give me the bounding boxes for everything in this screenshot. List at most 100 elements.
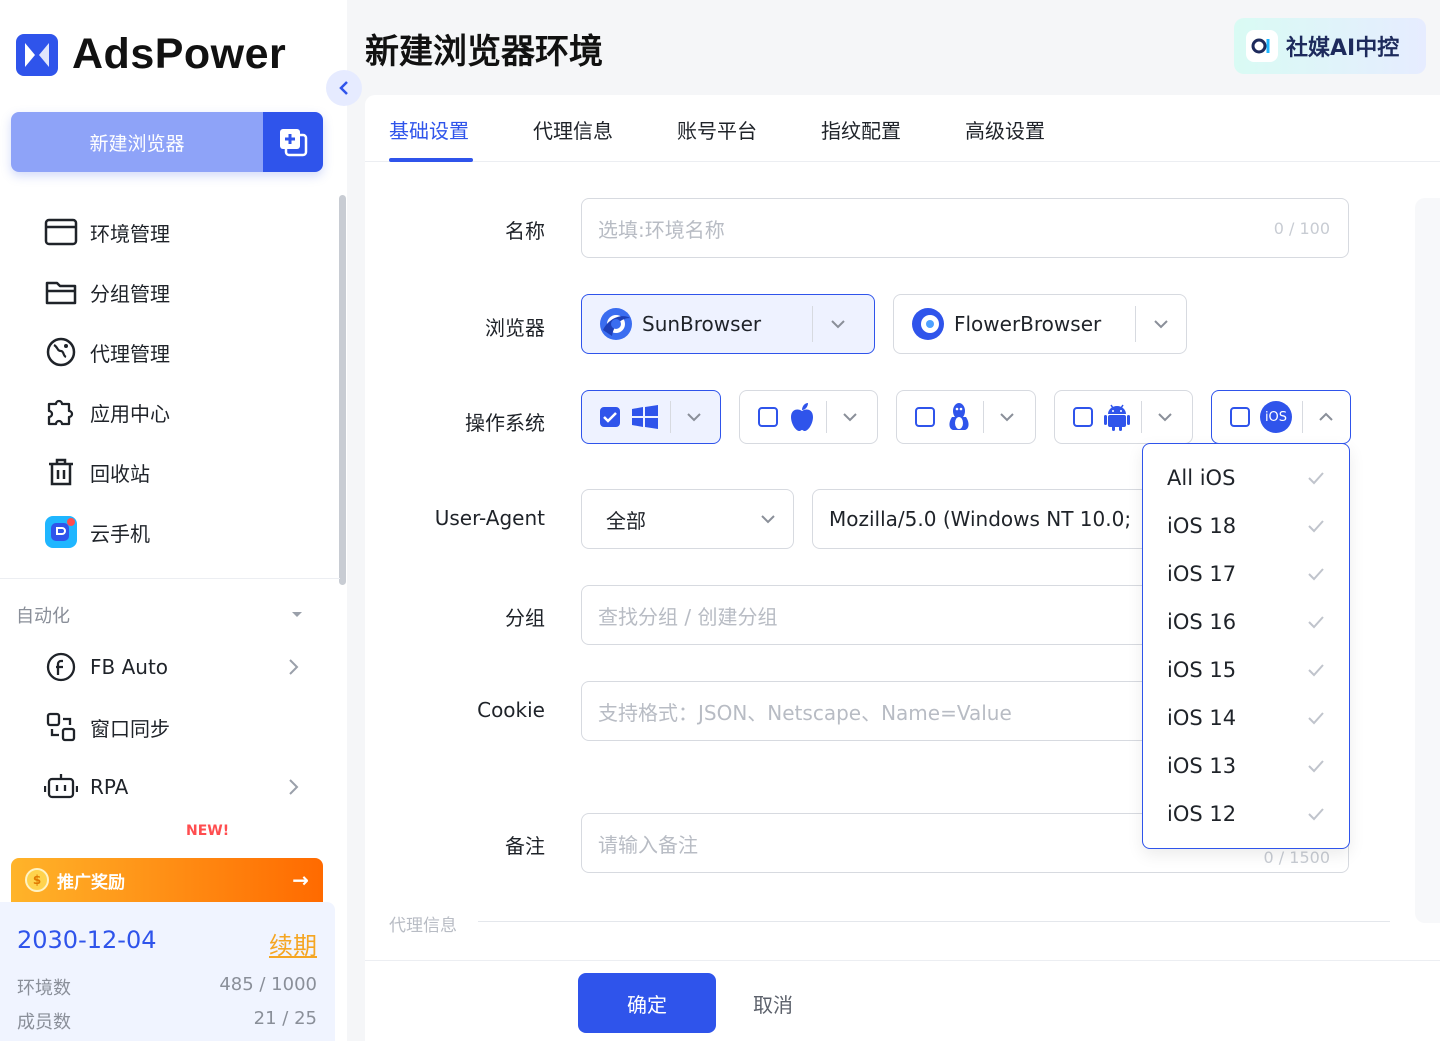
check-icon — [1308, 760, 1324, 773]
name-placeholder: 选填:环境名称 — [598, 217, 725, 242]
member-count-label: 成员数 — [17, 1012, 71, 1033]
collapse-sidebar-button[interactable] — [326, 70, 362, 106]
tab-platform[interactable]: 账号平台 — [677, 115, 757, 144]
cloud-phone-icon — [43, 514, 79, 550]
env-count-label: 环境数 — [17, 978, 71, 999]
user-agent-label: User-Agent — [434, 506, 545, 530]
proxy-section-label: 代理信息 — [389, 916, 457, 936]
cookie-placeholder: 支持格式：JSON、Netscape、Name=Value — [598, 700, 1012, 725]
check-icon — [1308, 808, 1324, 821]
member-count-value: 21 / 25 — [253, 1008, 317, 1029]
user-agent-value: Mozilla/5.0 (Windows NT 10.0; — [829, 507, 1132, 531]
automation-section-title[interactable]: 自动化 — [16, 602, 70, 628]
account-panel: 2030-12-04 续期 环境数 485 / 1000 成员数 21 / 25 — [0, 902, 335, 1041]
os-option-ios[interactable]: iOS — [1211, 390, 1351, 444]
chevron-up-icon — [1303, 412, 1349, 422]
browser-label: 浏览器 — [485, 316, 545, 340]
sidebar-item-env[interactable]: 环境管理 — [0, 202, 340, 262]
ios-option-label: iOS 14 — [1167, 706, 1237, 730]
ai-badge-label: 社媒AI中控 — [1286, 36, 1400, 61]
chevron-down-icon — [743, 514, 793, 524]
cookie-label: Cookie — [477, 698, 545, 722]
name-input[interactable]: 选填:环境名称 0 / 100 — [581, 198, 1349, 258]
summary-panel-edge — [1415, 198, 1440, 923]
name-char-count: 0 / 100 — [1273, 218, 1330, 238]
brand-logo[interactable]: AdsPower — [16, 30, 286, 79]
caret-down-icon[interactable] — [290, 610, 304, 620]
sidebar-item-trash[interactable]: 回收站 — [0, 442, 340, 502]
checkbox-unchecked[interactable] — [758, 407, 778, 427]
confirm-button[interactable]: 确定 — [578, 973, 716, 1033]
ios-option[interactable]: iOS 13 — [1143, 742, 1349, 790]
sidebar-item-fb-auto[interactable]: FB Auto — [0, 637, 340, 697]
expire-date: 2030-12-04 — [17, 926, 157, 954]
os-label: 操作系统 — [465, 411, 545, 435]
checkbox-checked[interactable] — [600, 407, 620, 427]
batch-create-button[interactable] — [263, 112, 323, 172]
ios-option[interactable]: iOS 17 — [1143, 550, 1349, 598]
ios-version-dropdown: All iOS iOS 18 iOS 17 iOS 16 iOS 15 iOS … — [1142, 443, 1350, 849]
sync-icon — [43, 709, 79, 745]
window-icon — [43, 214, 79, 250]
sunbrowser-icon — [598, 306, 634, 342]
sidebar-item-apps[interactable]: 应用中心 — [0, 382, 340, 442]
checkbox-unchecked[interactable] — [1230, 407, 1250, 427]
sidebar-item-window-sync[interactable]: 窗口同步 — [0, 697, 340, 757]
ios-option[interactable]: iOS 12 — [1143, 790, 1349, 838]
browser-option-sunbrowser[interactable]: SunBrowser — [581, 294, 875, 354]
renew-link[interactable]: 续期 — [269, 926, 317, 961]
form-footer — [365, 960, 1440, 1041]
browser-option-flowerbrowser[interactable]: FlowerBrowser — [893, 294, 1187, 354]
browser-name: FlowerBrowser — [954, 312, 1102, 336]
trash-icon — [43, 454, 79, 490]
tab-fingerprint[interactable]: 指纹配置 — [821, 115, 901, 144]
ai-logo-icon — [1246, 30, 1278, 62]
group-placeholder: 查找分组 / 创建分组 — [598, 604, 778, 629]
globe-icon — [43, 334, 79, 370]
linux-icon — [945, 401, 973, 433]
ios-option[interactable]: All iOS — [1143, 454, 1349, 502]
name-label: 名称 — [505, 219, 545, 243]
puzzle-icon — [43, 394, 79, 430]
chevron-down-icon — [671, 412, 717, 422]
checkbox-unchecked[interactable] — [915, 407, 935, 427]
apple-icon — [788, 402, 816, 432]
sidebar-item-label: 代理管理 — [90, 341, 170, 366]
os-option-macos[interactable] — [739, 390, 878, 444]
adspower-logo-icon — [16, 33, 58, 76]
ios-option-label: iOS 16 — [1167, 610, 1237, 634]
new-tag: NEW! — [186, 823, 230, 835]
os-option-android[interactable] — [1054, 390, 1193, 444]
ai-control-badge[interactable]: 社媒AI中控 — [1234, 18, 1426, 74]
tab-advanced[interactable]: 高级设置 — [965, 115, 1045, 144]
chevron-down-icon — [1136, 319, 1186, 329]
os-option-linux[interactable] — [896, 390, 1036, 444]
chevron-right-icon — [289, 659, 299, 675]
ios-option[interactable]: iOS 16 — [1143, 598, 1349, 646]
chevron-left-icon — [339, 81, 348, 95]
checkbox-unchecked[interactable] — [1073, 407, 1093, 427]
new-browser-button[interactable]: 新建浏览器 — [11, 112, 263, 172]
os-option-windows[interactable] — [581, 390, 721, 444]
proxy-section-divider — [478, 921, 1390, 922]
ios-option[interactable]: iOS 14 — [1143, 694, 1349, 742]
sidebar-item-proxy[interactable]: 代理管理 — [0, 322, 340, 382]
ios-option[interactable]: iOS 18 — [1143, 502, 1349, 550]
arrow-right-icon: → — [292, 868, 309, 892]
sidebar-item-group[interactable]: 分组管理 — [0, 262, 340, 322]
tab-basic[interactable]: 基础设置 — [389, 115, 469, 144]
promo-banner[interactable]: $ 推广奖励 → — [11, 858, 323, 902]
tab-proxy[interactable]: 代理信息 — [533, 115, 613, 144]
sidebar-item-label: 云手机 — [90, 521, 150, 546]
sidebar-item-rpa[interactable]: RPA — [0, 757, 340, 817]
check-icon — [1308, 616, 1324, 629]
cancel-button[interactable]: 取消 — [740, 973, 806, 1033]
ios-option-label: iOS 18 — [1167, 514, 1237, 538]
ios-icon: iOS — [1260, 401, 1292, 433]
user-agent-mode-value: 全部 — [606, 508, 646, 533]
check-icon — [1308, 520, 1324, 533]
sidebar-item-cloud-phone[interactable]: 云手机 — [0, 502, 340, 562]
user-agent-mode-select[interactable]: 全部 — [581, 489, 794, 549]
ios-option[interactable]: iOS 15 — [1143, 646, 1349, 694]
ios-option-label: All iOS — [1167, 466, 1236, 490]
